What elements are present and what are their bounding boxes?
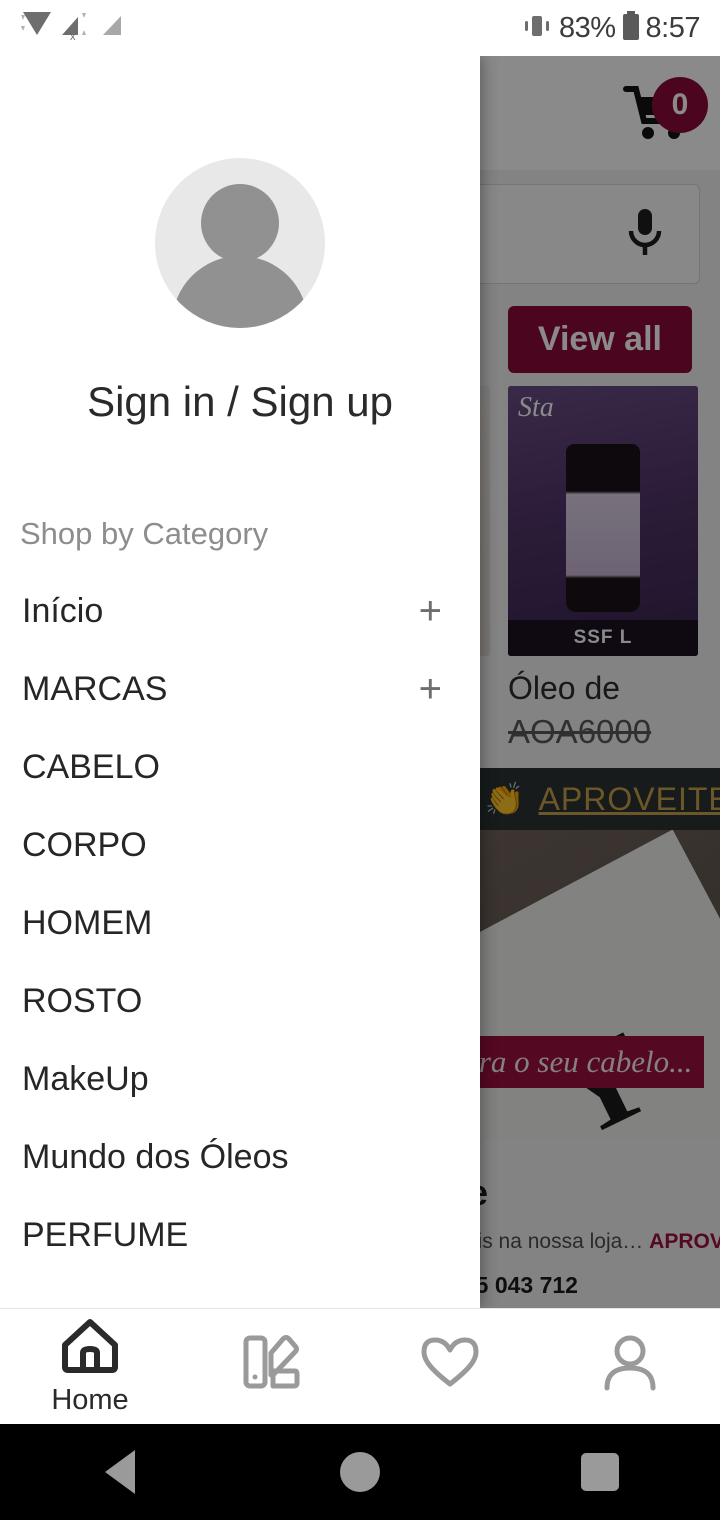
sidebar-item-makeup[interactable]: MakeUp <box>0 1040 480 1118</box>
avatar-body-shape <box>172 256 308 328</box>
wifi-icon <box>20 11 54 46</box>
plus-icon[interactable]: + <box>419 669 442 709</box>
sidebar-item-homem[interactable]: HOMEM <box>0 884 480 962</box>
android-home-button[interactable] <box>300 1424 420 1520</box>
android-back-button[interactable] <box>60 1424 180 1520</box>
bottom-navigation-bar: Home <box>0 1308 720 1424</box>
category-label: CORPO <box>22 825 147 864</box>
vibrate-icon <box>520 12 554 45</box>
sidebar-item-cabelo[interactable]: CABELO <box>0 728 480 806</box>
category-label: MakeUp <box>22 1059 149 1098</box>
category-label: ROSTO <box>22 981 143 1020</box>
battery-percent-label: 83% <box>559 11 616 44</box>
status-bar: x 83% 8:57 <box>0 0 720 56</box>
android-recents-button[interactable] <box>540 1424 660 1520</box>
bottom-nav-home[interactable]: Home <box>0 1309 180 1425</box>
sidebar-item-perfume[interactable]: PERFUME <box>0 1196 480 1274</box>
sign-in-sign-up-button[interactable]: Sign in / Sign up <box>0 378 480 426</box>
sidebar-item-mundo-dos-oleos[interactable]: Mundo dos Óleos <box>0 1118 480 1196</box>
home-icon <box>59 1317 121 1380</box>
bottom-nav-categories[interactable] <box>180 1309 360 1425</box>
category-label: Mundo dos Óleos <box>22 1137 289 1176</box>
cell-signal-off-icon: x <box>58 11 96 46</box>
plus-icon[interactable]: + <box>419 591 442 631</box>
bottom-nav-home-label: Home <box>51 1383 129 1416</box>
category-label: HOMEM <box>22 903 153 942</box>
heart-icon <box>418 1333 482 1396</box>
app-body: OS 0 ? <box>0 56 720 1308</box>
user-avatar-placeholder-icon[interactable] <box>155 158 325 328</box>
clock-label: 8:57 <box>645 11 701 44</box>
avatar-head-shape <box>201 184 279 262</box>
categories-icon <box>240 1331 300 1398</box>
category-list: Início + MARCAS + CABELO CORPO HOMEM ROS… <box>0 572 480 1274</box>
android-system-nav <box>0 1424 720 1520</box>
square-recents-icon <box>581 1453 619 1491</box>
person-icon <box>600 1332 660 1397</box>
bottom-nav-account[interactable] <box>540 1309 720 1425</box>
circle-home-icon <box>340 1452 380 1492</box>
status-bar-left-icons: x <box>20 11 126 46</box>
category-label: CABELO <box>22 747 160 786</box>
bottom-nav-wishlist[interactable] <box>360 1309 540 1425</box>
svg-text:x: x <box>70 31 76 41</box>
phone-screen: x 83% 8:57 0 View all Sta SSF L Óleo de … <box>0 0 720 1520</box>
sidebar-item-inicio[interactable]: Início + <box>0 572 480 650</box>
battery-icon <box>621 10 641 47</box>
category-label: MARCAS <box>22 669 168 708</box>
navigation-drawer: Sign in / Sign up Shop by Category Iníci… <box>0 56 480 1308</box>
sidebar-item-rosto[interactable]: ROSTO <box>0 962 480 1040</box>
sidebar-item-corpo[interactable]: CORPO <box>0 806 480 884</box>
sidebar-item-marcas[interactable]: MARCAS + <box>0 650 480 728</box>
status-bar-right-icons: 83% 8:57 <box>520 10 701 47</box>
category-label: PERFUME <box>22 1215 189 1254</box>
shop-by-category-header: Shop by Category <box>20 516 269 551</box>
triangle-back-icon <box>105 1450 135 1494</box>
category-label: Início <box>22 591 104 630</box>
cell-signal-icon <box>100 11 126 46</box>
